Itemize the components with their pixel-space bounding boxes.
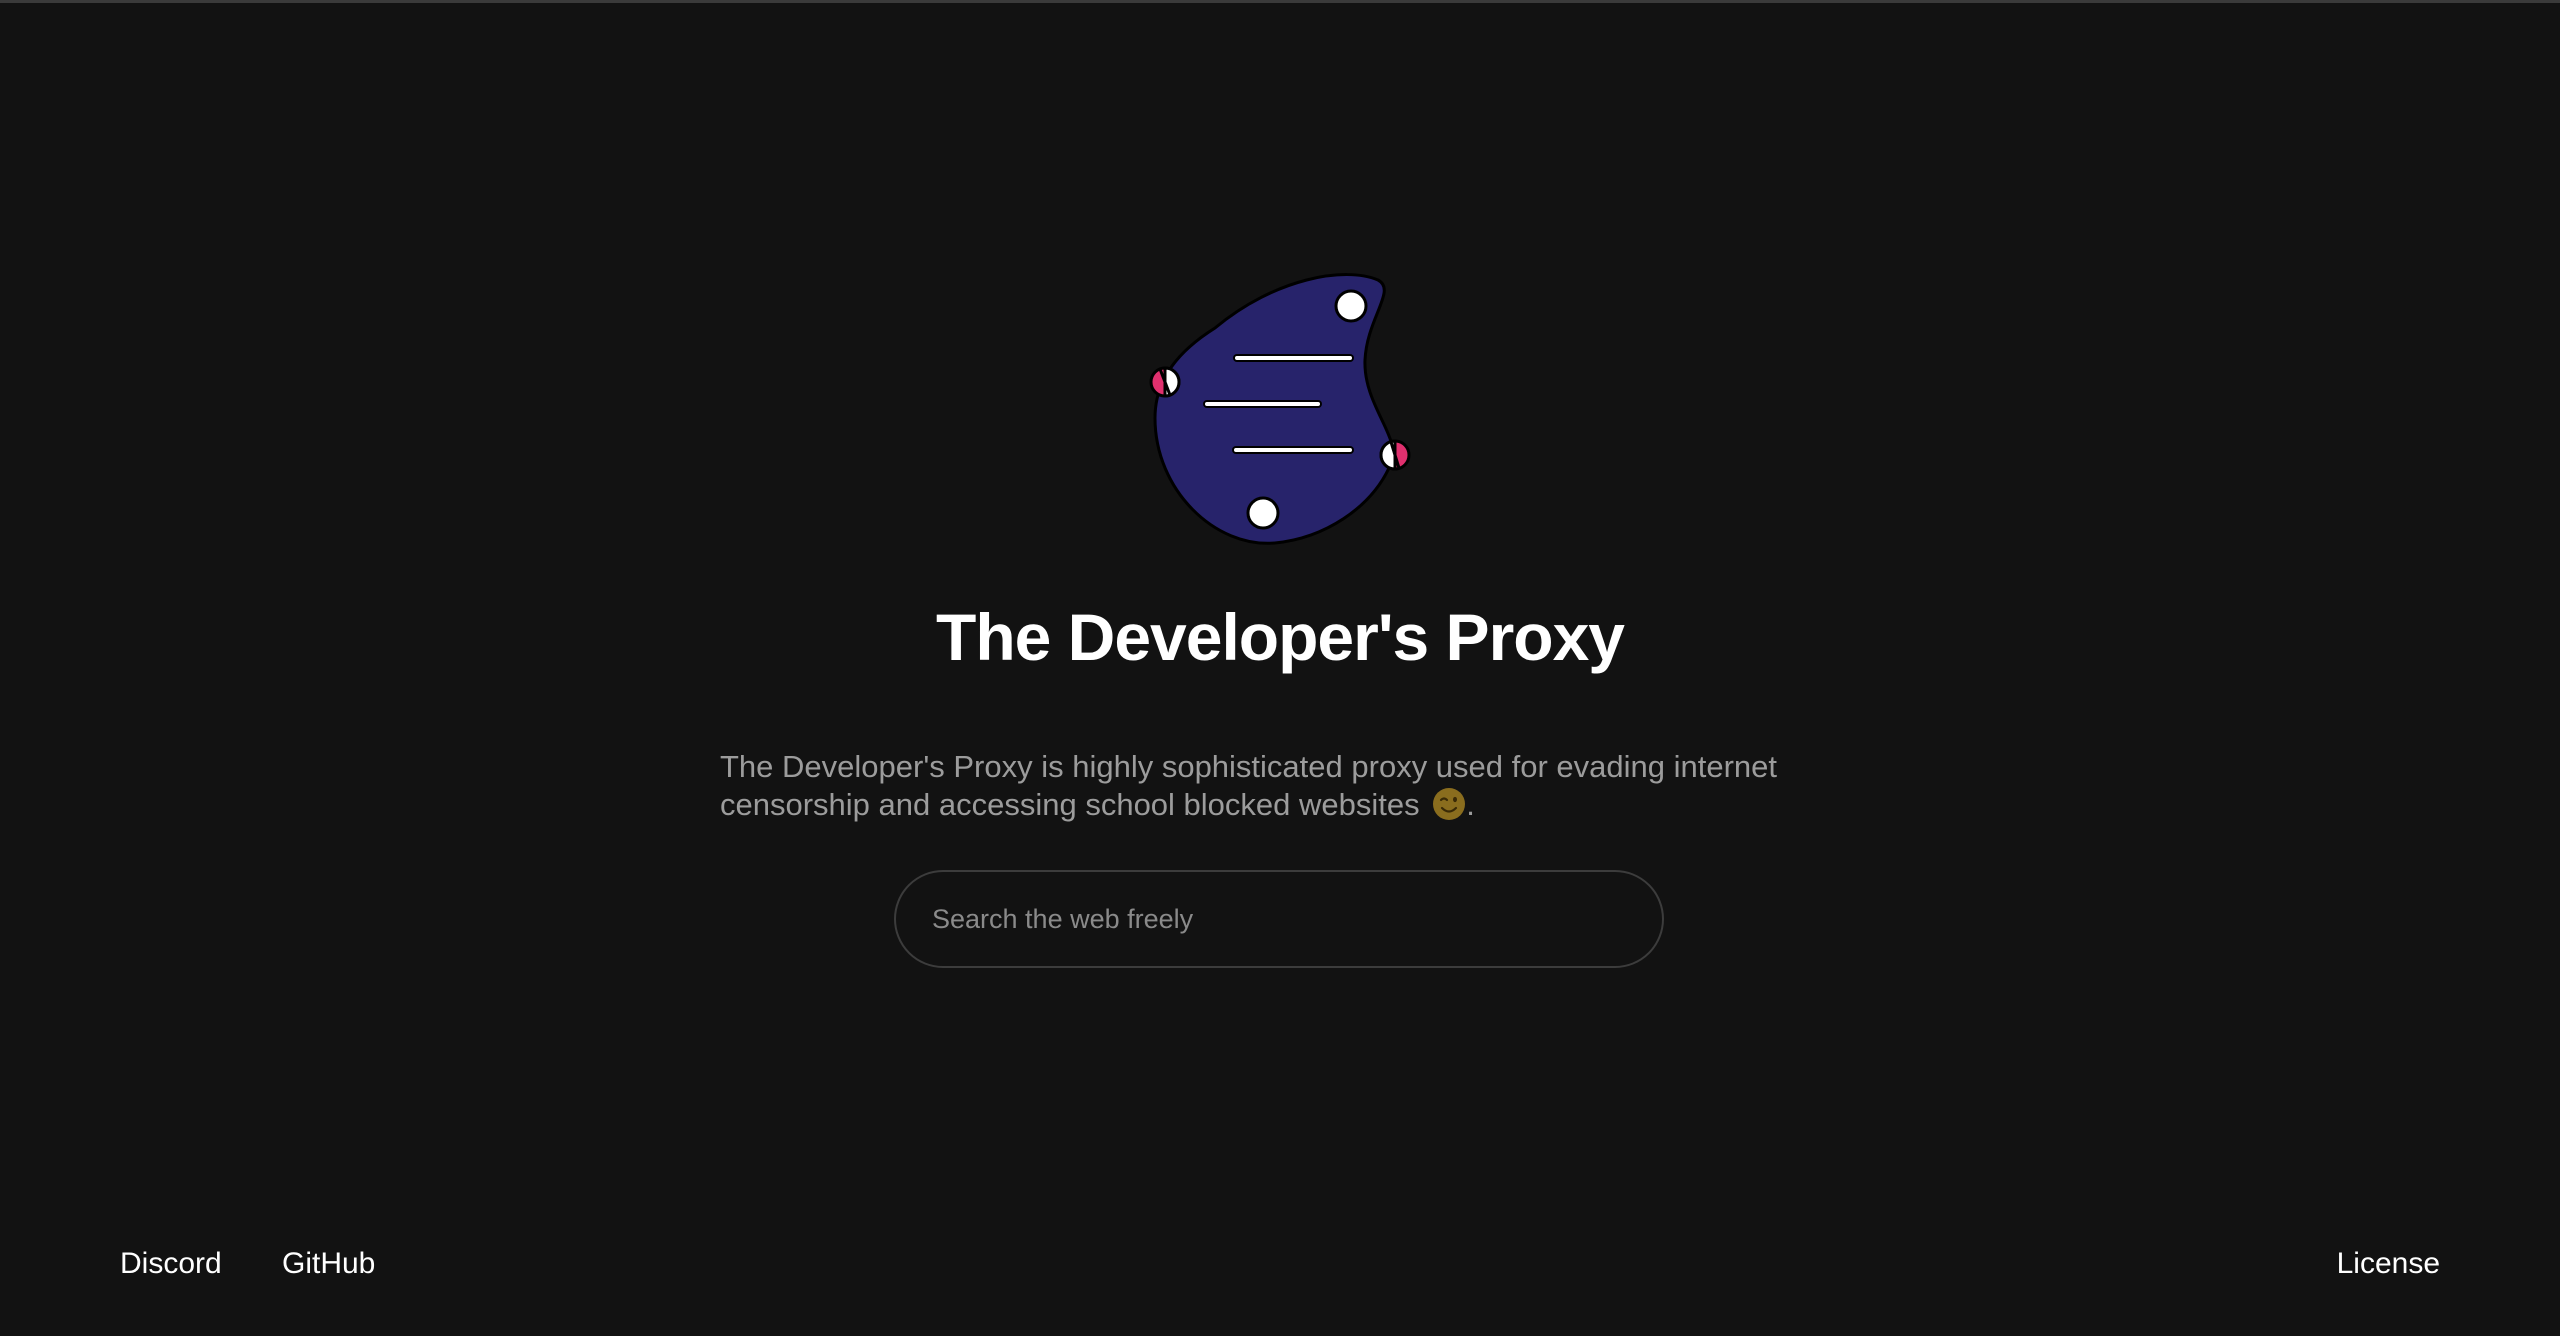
description-text: The Developer's Proxy is highly sophisti… — [720, 749, 1778, 822]
page-title: The Developer's Proxy — [936, 600, 1625, 674]
blob-logo-icon — [1149, 273, 1411, 545]
footer-link-discord[interactable]: Discord — [120, 1244, 222, 1284]
top-border — [0, 0, 2560, 3]
winking-face-icon — [1433, 788, 1466, 820]
description-period: . — [1466, 787, 1475, 822]
description: The Developer's Proxy is highly sophisti… — [720, 748, 1840, 824]
footer-link-license[interactable]: License — [2337, 1244, 2440, 1284]
search-input[interactable] — [930, 902, 1628, 936]
footer-link-github[interactable]: GitHub — [282, 1244, 375, 1284]
search-box[interactable] — [894, 870, 1664, 968]
